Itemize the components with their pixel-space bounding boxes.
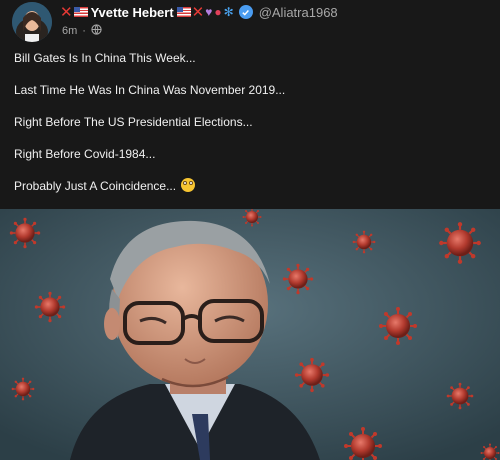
purple-heart-icon: ♥	[205, 5, 213, 19]
avatar[interactable]	[12, 2, 52, 42]
post-line: Last Time He Was In China Was November 2…	[14, 83, 286, 97]
author-display-name[interactable]: Yvette Hebert	[91, 5, 174, 20]
post-text: Bill Gates Is In China This Week... Last…	[14, 50, 484, 210]
separator-dot: ·	[82, 25, 86, 37]
post-line: Bill Gates Is In China This Week...	[14, 51, 196, 65]
lips-icon: ●	[214, 5, 222, 19]
rolling-eyes-icon	[181, 178, 196, 192]
author-meta: ✕ Yvette Hebert ✕ ♥ ● ✻ @Aliatra1968 6m …	[60, 2, 338, 40]
post-card: ✕ Yvette Hebert ✕ ♥ ● ✻ @Aliatra1968 6m …	[0, 0, 500, 460]
post-meta-row: 6m ·	[62, 22, 338, 40]
red-x-icon: ✕	[60, 3, 73, 21]
red-x-icon: ✕	[191, 3, 205, 21]
post-line: Probably Just A Coincidence...	[14, 179, 177, 193]
post-line-last: Probably Just A Coincidence...	[14, 178, 484, 194]
author-name-row: ✕ Yvette Hebert ✕ ♥ ● ✻ @Aliatra1968	[60, 2, 338, 22]
post-line: Right Before Covid-1984...	[14, 147, 156, 161]
us-flag-icon	[176, 7, 191, 17]
post-line: Right Before The US Presidential Electio…	[14, 115, 253, 129]
globe-icon	[91, 24, 102, 38]
author-handle[interactable]: @Aliatra1968	[259, 5, 338, 20]
post-image[interactable]	[0, 209, 500, 460]
post-time[interactable]: 6m	[62, 25, 77, 37]
us-flag-icon	[73, 7, 88, 17]
post-header: ✕ Yvette Hebert ✕ ♥ ● ✻ @Aliatra1968 6m …	[12, 2, 338, 42]
verified-badge-icon	[238, 5, 253, 19]
blue-butterfly-icon: ✻	[223, 5, 234, 19]
